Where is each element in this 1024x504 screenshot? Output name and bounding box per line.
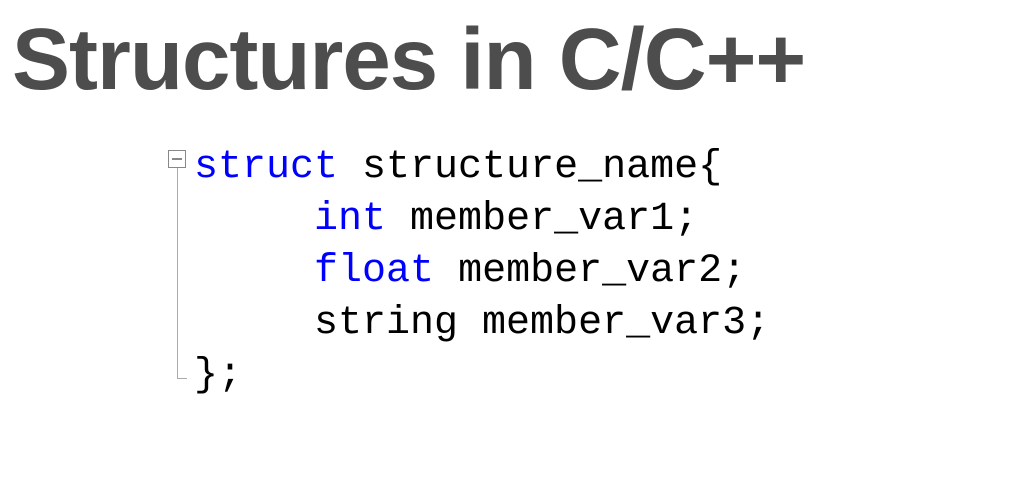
code-line-4: string member_var3; xyxy=(170,298,1024,350)
code-line-3: float member_var2; xyxy=(170,246,1024,298)
closing-brace: }; xyxy=(194,353,242,398)
fold-guide-end xyxy=(177,378,187,379)
member3-text: string member_var3; xyxy=(194,301,770,346)
code-line-1: struct structure_name{ xyxy=(170,142,1024,194)
keyword-float: float xyxy=(314,249,434,294)
page-title: Structures in C/C++ xyxy=(0,0,1024,110)
struct-name-text: structure_name{ xyxy=(338,145,722,190)
indent xyxy=(194,197,314,242)
member1-text: member_var1; xyxy=(386,197,698,242)
code-block: struct structure_name{ int member_var1; … xyxy=(170,142,1024,402)
fold-collapse-icon[interactable] xyxy=(168,150,186,168)
keyword-struct: struct xyxy=(194,145,338,190)
keyword-int: int xyxy=(314,197,386,242)
indent xyxy=(194,249,314,294)
code-line-2: int member_var1; xyxy=(170,194,1024,246)
code-line-5: }; xyxy=(170,350,1024,402)
member2-text: member_var2; xyxy=(434,249,746,294)
fold-guide-line xyxy=(177,168,178,378)
